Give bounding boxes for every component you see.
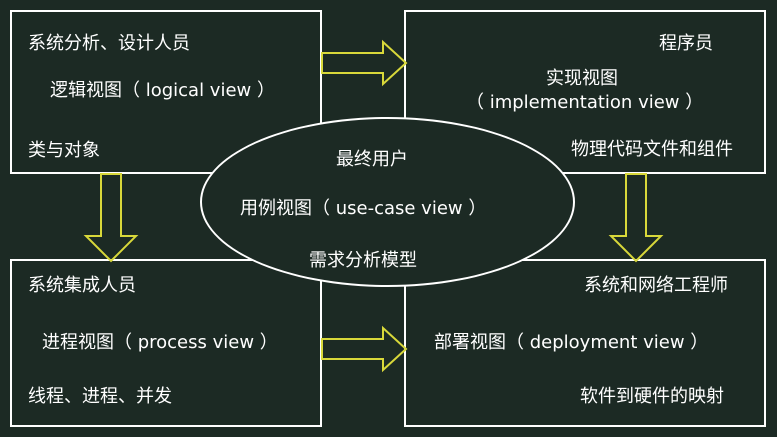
use-case-view-title: 用例视图（ use-case view ） <box>240 198 487 219</box>
deployment-artifact: 软件到硬件的映射 <box>580 386 724 407</box>
arrow-down-left <box>83 173 139 263</box>
logical-view-title: 逻辑视图（ logical view ） <box>50 80 275 101</box>
implementation-view-subtitle: （ implementation view ） <box>466 92 704 113</box>
process-role: 系统集成人员 <box>28 275 136 296</box>
use-case-artifact: 需求分析模型 <box>309 250 417 271</box>
process-artifact: 线程、进程、并发 <box>28 386 172 407</box>
process-view-title: 进程视图（ process view ） <box>42 332 278 353</box>
implementation-view-title: 实现视图 <box>546 68 618 89</box>
arrow-right-bottom <box>321 325 408 373</box>
arrow-down-right <box>608 173 664 263</box>
implementation-artifact: 物理代码文件和组件 <box>571 139 733 160</box>
deployment-view-title: 部署视图（ deployment view ） <box>434 332 709 353</box>
implementation-role: 程序员 <box>659 33 713 54</box>
use-case-role: 最终用户 <box>336 149 408 170</box>
logical-artifact: 类与对象 <box>28 140 100 161</box>
logical-role: 系统分析、设计人员 <box>28 33 190 54</box>
arrow-right-top <box>321 39 408 87</box>
4plus1-view-diagram: 系统分析、设计人员 逻辑视图（ logical view ） 类与对象 程序员 … <box>0 0 777 437</box>
deployment-role: 系统和网络工程师 <box>584 275 728 296</box>
